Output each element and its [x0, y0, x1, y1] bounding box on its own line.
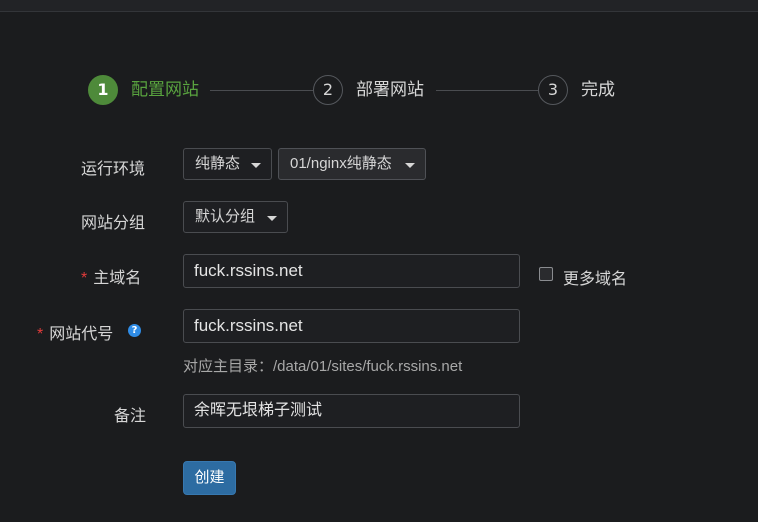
chevron-down-icon — [251, 163, 261, 168]
required-mark: * — [81, 270, 88, 287]
site-code-label: 网站代号 — [49, 326, 114, 343]
step-2-label: 部署网站 — [356, 80, 424, 99]
chevron-down-icon — [405, 163, 415, 168]
step-connector-1 — [210, 90, 313, 91]
step-1-circle: 1 — [88, 75, 118, 105]
domain-label-group: * 主域名 — [81, 264, 141, 288]
runtime-type-value: 纯静态 — [195, 155, 241, 172]
step-2-circle: 2 — [313, 75, 343, 105]
more-domains-checkbox[interactable] — [539, 267, 553, 281]
runtime-version-select[interactable]: 01/nginx纯静态 — [278, 148, 426, 180]
step-1-label: 配置网站 — [131, 80, 199, 99]
domain-input[interactable]: fuck.rssins.net — [183, 254, 520, 288]
note-input[interactable]: 余晖无垠梯子测试 — [183, 394, 520, 428]
site-code-label-group: * 网站代号 — [37, 320, 113, 344]
create-button[interactable]: 创建 — [183, 461, 236, 495]
site-code-input[interactable]: fuck.rssins.net — [183, 309, 520, 343]
required-mark: * — [37, 326, 44, 343]
runtime-label: 运行环境 — [81, 161, 146, 178]
note-label: 备注 — [114, 408, 147, 425]
group-select[interactable]: 默认分组 — [183, 201, 288, 233]
chevron-down-icon — [267, 216, 277, 221]
site-code-hint: 对应主目录：/data/01/sites/fuck.rssins.net — [183, 358, 463, 375]
group-label: 网站分组 — [81, 215, 146, 232]
question-circle-icon[interactable]: ? — [128, 324, 141, 337]
step-3-label: 完成 — [581, 80, 615, 99]
runtime-type-select[interactable]: 纯静态 — [183, 148, 272, 180]
domain-label: 主域名 — [93, 270, 142, 287]
more-domains-label[interactable]: 更多域名 — [563, 265, 627, 289]
step-3-circle: 3 — [538, 75, 568, 105]
runtime-version-value: 01/nginx纯静态 — [290, 155, 392, 172]
step-connector-2 — [436, 90, 538, 91]
top-bar — [0, 0, 758, 12]
group-value: 默认分组 — [195, 208, 256, 225]
